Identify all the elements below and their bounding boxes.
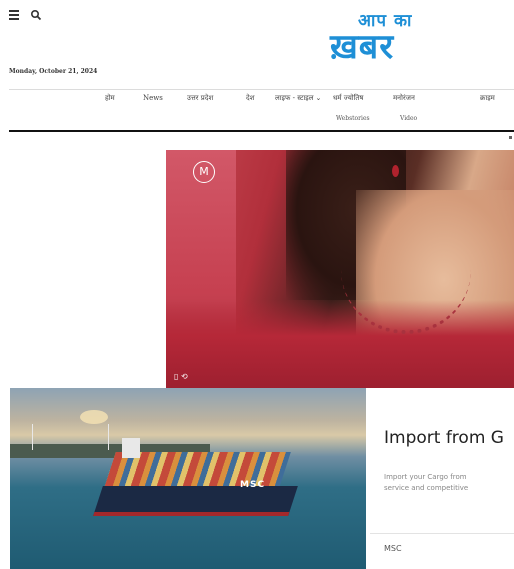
ad-title[interactable]: Import from G	[384, 428, 514, 448]
search-icon[interactable]	[30, 9, 42, 21]
nav-sub-webstories[interactable]: Webstories	[336, 115, 370, 122]
native-ad[interactable]: MSC Import from G Import your Cargo from…	[10, 388, 514, 569]
wind-turbine-icon	[108, 424, 109, 450]
ship-hull-label: MSC	[240, 480, 266, 490]
main-nav: होम News उत्तर प्रदेश देश लाइफ - स्टाइल ⌄…	[100, 94, 514, 108]
ad-divider	[370, 533, 514, 534]
ad-desc-line-2: service and competitive	[384, 484, 469, 492]
nav-item-home[interactable]: होम	[105, 94, 115, 103]
site-header: आप का ख़बर Monday, October 21, 2024 होम …	[0, 0, 514, 140]
nav-item-lifestyle-label: लाइफ - स्टाइल	[275, 94, 314, 102]
earring-graphic	[392, 165, 399, 177]
current-date: Monday, October 21, 2024	[9, 68, 98, 75]
ship-hull-graphic	[93, 486, 298, 516]
brand-logo-icon: M	[193, 161, 215, 183]
wind-turbine-icon	[32, 424, 33, 450]
nav-sub-video[interactable]: Video	[400, 115, 417, 122]
ship-bridge-graphic	[122, 438, 140, 458]
nav-item-news[interactable]: News	[143, 94, 163, 102]
nav-item-crime[interactable]: क्राइम	[480, 94, 495, 103]
logo-main-text: ख़बर	[330, 27, 395, 67]
hamburger-menu-icon[interactable]	[9, 10, 19, 20]
ad-figure-dress	[166, 300, 514, 388]
video-ad[interactable]: M ▯ ⟲	[166, 150, 514, 388]
header-divider	[9, 89, 514, 90]
chevron-down-icon: ⌄	[315, 94, 322, 102]
nav-item-lifestyle[interactable]: लाइफ - स्टाइल ⌄	[275, 94, 321, 103]
ad-advertiser: MSC	[384, 544, 402, 553]
nav-item-manoranjan[interactable]: मनोरंजन	[393, 94, 415, 103]
site-logo[interactable]: आप का ख़बर	[330, 8, 430, 67]
nav-divider	[9, 130, 514, 132]
ad-image-container-ship: MSC	[10, 388, 366, 569]
video-controls[interactable]: ▯ ⟲	[174, 372, 188, 381]
nav-item-dharm[interactable]: धर्म ज्योतिष	[333, 94, 363, 103]
ad-description: Import your Cargo from service and compe…	[384, 472, 514, 494]
nav-item-desh[interactable]: देश	[246, 94, 254, 103]
ad-desc-line-1: Import your Cargo from	[384, 473, 467, 481]
sun-graphic	[80, 410, 108, 424]
nav-item-uttar-pradesh[interactable]: उत्तर प्रदेश	[187, 94, 213, 103]
corner-mark	[509, 136, 512, 139]
